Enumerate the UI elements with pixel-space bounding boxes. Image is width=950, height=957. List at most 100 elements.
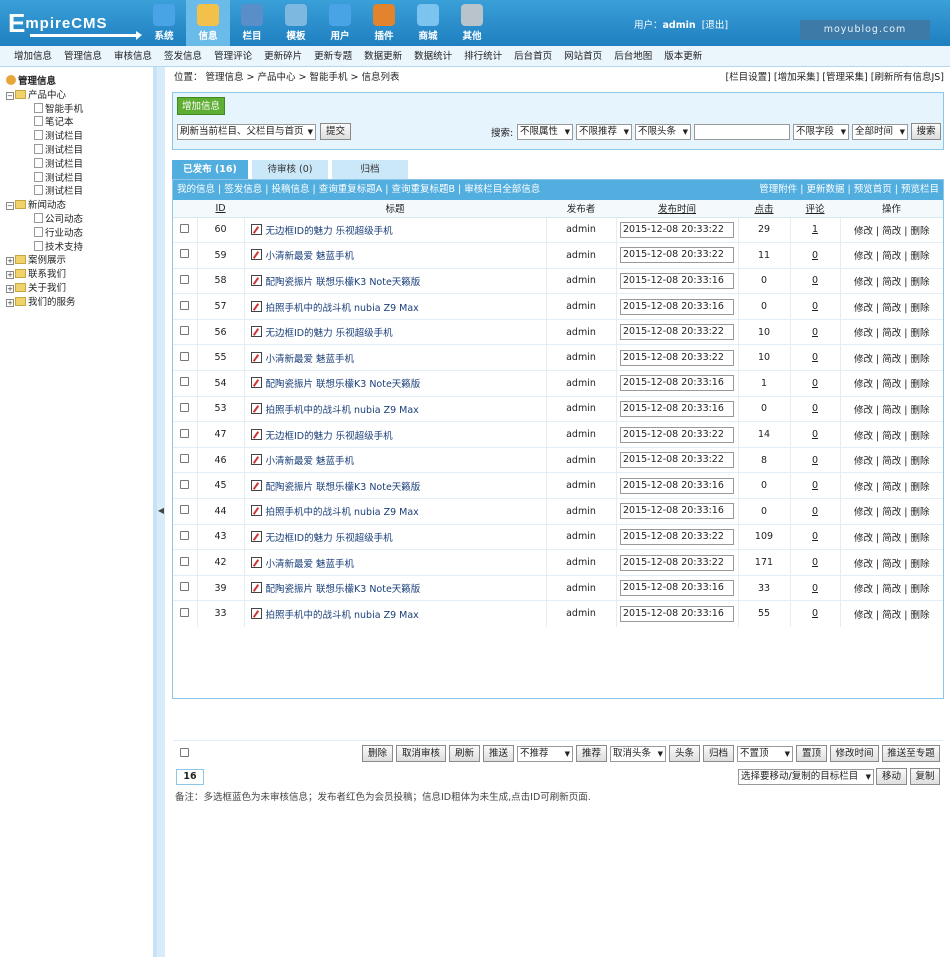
edit-icon[interactable] xyxy=(250,351,262,363)
row-title-link[interactable]: 无边框ID的魅力 乐视超级手机 xyxy=(266,431,393,442)
row-comments-link[interactable]: 0 xyxy=(812,403,818,414)
menu-item-8[interactable]: 数据统计 xyxy=(408,46,458,66)
row-ops[interactable]: 修改 | 简改 | 删除 xyxy=(839,344,943,371)
tree-item[interactable]: 公司动态 xyxy=(0,212,153,227)
archive-button[interactable]: 归档 xyxy=(703,745,734,762)
row-comments-link[interactable]: 0 xyxy=(812,531,818,542)
row-ops[interactable]: 修改 | 简改 | 删除 xyxy=(839,472,943,499)
nav-item-4[interactable]: 用户 xyxy=(318,0,362,46)
menu-item-4[interactable]: 管理评论 xyxy=(208,46,258,66)
row-title-link[interactable]: 拍照手机中的战斗机 nubia Z9 Max xyxy=(266,405,419,416)
row-id[interactable]: 53 xyxy=(196,395,244,422)
list-filter-links[interactable]: 我的信息 | 签发信息 | 投稿信息 | 查询重复标题A | 查询重复标题B |… xyxy=(177,180,540,200)
tree-root[interactable]: 管理信息 xyxy=(0,75,153,89)
delete-button[interactable]: 删除 xyxy=(362,745,393,762)
col-comments[interactable]: 评论 xyxy=(790,200,840,218)
row-title-link[interactable]: 无边框ID的魅力 乐视超级手机 xyxy=(266,533,393,544)
tree-group-0[interactable]: − 产品中心 xyxy=(0,89,153,103)
row-time-input[interactable]: 2015-12-08 20:33:22 xyxy=(620,554,734,571)
tree-item[interactable]: 智能手机 xyxy=(0,102,153,117)
edit-icon[interactable] xyxy=(250,274,262,286)
logout-link[interactable]: [退出] xyxy=(702,20,728,31)
row-comments-link[interactable]: 0 xyxy=(812,352,818,363)
edit-icon[interactable] xyxy=(250,530,262,542)
tree-item[interactable]: 测试栏目 xyxy=(0,130,153,144)
row-checkbox[interactable] xyxy=(180,300,190,310)
row-checkbox[interactable] xyxy=(180,556,190,566)
menu-item-6[interactable]: 更新专题 xyxy=(308,46,358,66)
row-id[interactable]: 39 xyxy=(196,574,244,601)
headline-filter-select[interactable]: 不限头条 xyxy=(635,124,691,140)
collapse-arrow-icon[interactable]: ◀ xyxy=(157,506,165,515)
tree-item[interactable]: 测试栏目 xyxy=(0,171,153,186)
collapse-toggle-icon[interactable]: − xyxy=(6,202,14,211)
row-ops[interactable]: 修改 | 简改 | 删除 xyxy=(839,395,943,422)
row-checkbox[interactable] xyxy=(180,402,190,412)
row-checkbox[interactable] xyxy=(180,428,190,438)
row-id[interactable]: 55 xyxy=(196,344,244,371)
menu-item-3[interactable]: 签发信息 xyxy=(158,46,208,66)
row-title-link[interactable]: 配陶瓷振片 联想乐檬K3 Note天籁版 xyxy=(266,482,421,493)
menu-item-5[interactable]: 更新碎片 xyxy=(258,46,308,66)
row-title-link[interactable]: 配陶瓷振片 联想乐檬K3 Note天籁版 xyxy=(266,277,421,288)
tree-item[interactable]: 行业动态 xyxy=(0,226,153,241)
search-input[interactable] xyxy=(694,124,790,140)
menu-item-12[interactable]: 后台地图 xyxy=(608,46,658,66)
row-checkbox[interactable] xyxy=(180,249,190,259)
row-time-input[interactable]: 2015-12-08 20:33:16 xyxy=(620,272,734,289)
row-time-input[interactable]: 2015-12-08 20:33:16 xyxy=(620,477,734,494)
row-comments-link[interactable]: 0 xyxy=(812,301,818,312)
edit-icon[interactable] xyxy=(250,223,262,235)
row-id[interactable]: 33 xyxy=(196,600,244,627)
recommend-level-select[interactable]: 不推荐 xyxy=(517,746,573,762)
edit-icon[interactable] xyxy=(250,428,262,440)
menu-item-9[interactable]: 排行统计 xyxy=(458,46,508,66)
tree-group-5[interactable]: + 我们的服务 xyxy=(0,296,153,310)
tab-1[interactable]: 待审核 (0) xyxy=(252,160,328,179)
search-button[interactable]: 搜索 xyxy=(911,123,941,140)
menu-item-1[interactable]: 管理信息 xyxy=(58,46,108,66)
menu-item-2[interactable]: 审核信息 xyxy=(108,46,158,66)
collapse-toggle-icon[interactable]: − xyxy=(6,91,14,100)
row-id[interactable]: 59 xyxy=(196,242,244,269)
row-checkbox[interactable] xyxy=(180,274,190,284)
row-time-input[interactable]: 2015-12-08 20:33:16 xyxy=(620,580,734,597)
row-time-input[interactable]: 2015-12-08 20:33:22 xyxy=(620,247,734,264)
row-checkbox[interactable] xyxy=(180,607,190,617)
row-comments-link[interactable]: 0 xyxy=(812,583,818,594)
refresh-button[interactable]: 刷新 xyxy=(449,745,480,762)
row-id[interactable]: 44 xyxy=(196,498,244,525)
row-id[interactable]: 54 xyxy=(196,370,244,397)
row-checkbox[interactable] xyxy=(180,479,190,489)
tree-group-2[interactable]: + 案例展示 xyxy=(0,254,153,268)
row-title-link[interactable]: 拍照手机中的战斗机 nubia Z9 Max xyxy=(266,303,419,314)
menu-item-0[interactable]: 增加信息 xyxy=(8,46,58,66)
row-title-link[interactable]: 小清新最爱 魅蓝手机 xyxy=(266,251,355,262)
page-number[interactable]: 16 xyxy=(176,769,204,785)
menu-item-13[interactable]: 版本更新 xyxy=(658,46,708,66)
top-level-select[interactable]: 不置顶 xyxy=(737,746,793,762)
row-id[interactable]: 58 xyxy=(196,267,244,294)
row-ops[interactable]: 修改 | 简改 | 删除 xyxy=(839,600,943,627)
row-ops[interactable]: 修改 | 简改 | 删除 xyxy=(839,293,943,320)
headline-level-select[interactable]: 取消头条 xyxy=(610,746,666,762)
row-title-link[interactable]: 配陶瓷振片 联想乐檬K3 Note天籁版 xyxy=(266,379,421,390)
row-comments-link[interactable]: 0 xyxy=(812,378,818,389)
expand-toggle-icon[interactable]: + xyxy=(6,298,14,307)
expand-toggle-icon[interactable]: + xyxy=(6,257,14,266)
col-id[interactable]: ID xyxy=(197,200,244,218)
category-links[interactable]: [栏目设置] [增加采集] [管理采集] [刷新所有信息JS] xyxy=(725,67,944,89)
row-checkbox[interactable] xyxy=(180,530,190,540)
expand-toggle-icon[interactable]: + xyxy=(6,284,14,293)
nav-item-1[interactable]: 信息 xyxy=(186,0,230,46)
edit-icon[interactable] xyxy=(250,377,262,389)
row-ops[interactable]: 修改 | 简改 | 删除 xyxy=(839,549,943,576)
tree-item[interactable]: 测试栏目 xyxy=(0,185,153,199)
row-comments-link[interactable]: 0 xyxy=(812,429,818,440)
col-hits[interactable]: 点击 xyxy=(738,200,790,218)
row-comments-link[interactable]: 0 xyxy=(812,455,818,466)
submit-button[interactable]: 提交 xyxy=(320,123,351,140)
col-time[interactable]: 发布时间 xyxy=(616,200,738,218)
row-ops[interactable]: 修改 | 简改 | 删除 xyxy=(839,498,943,525)
row-comments-link[interactable]: 0 xyxy=(812,327,818,338)
